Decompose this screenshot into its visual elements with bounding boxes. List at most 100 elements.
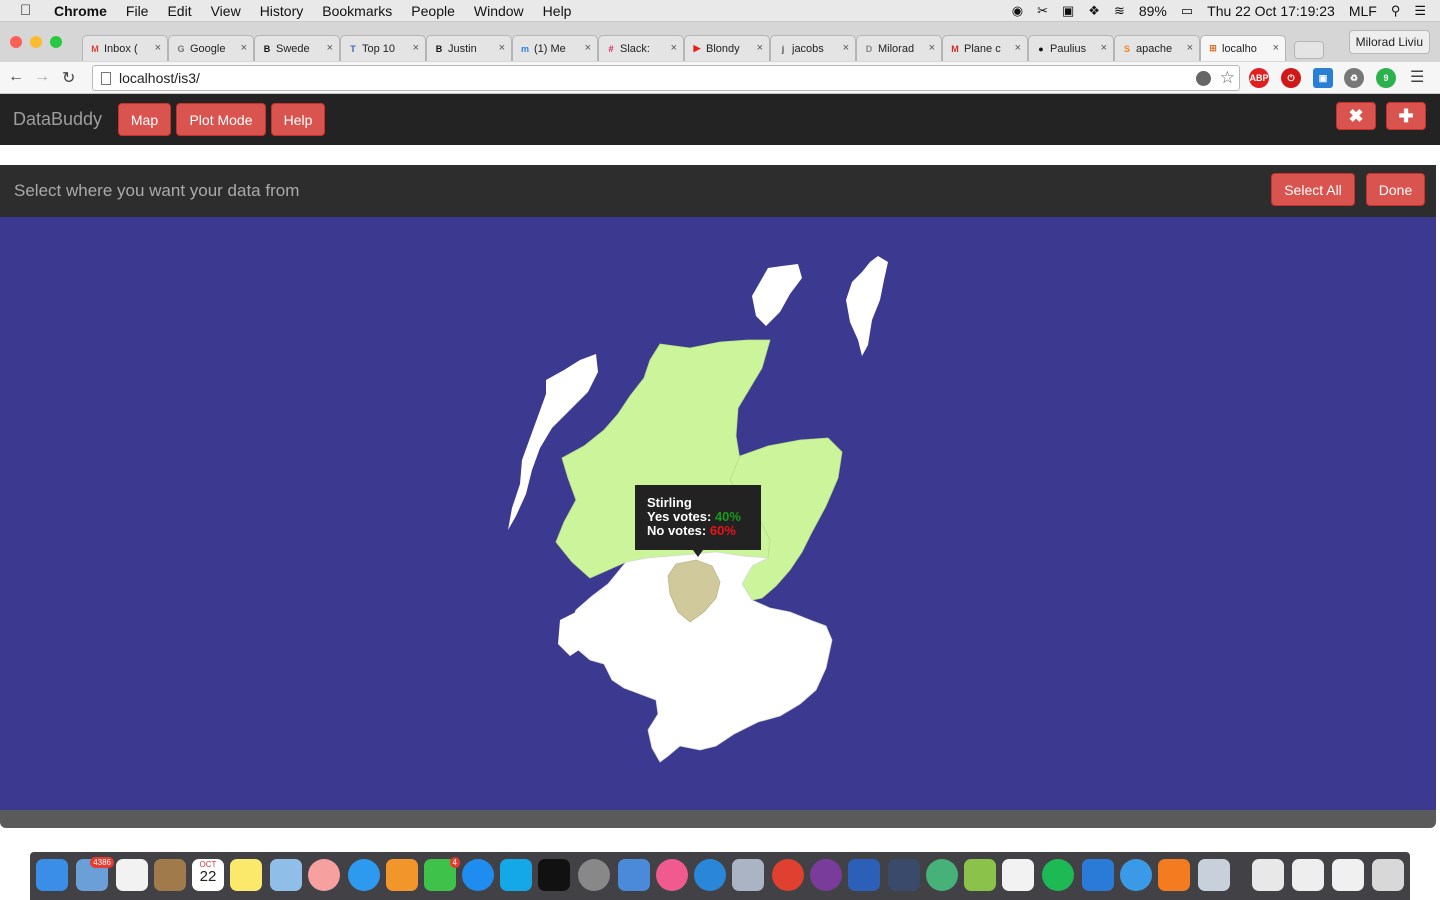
url-text[interactable]: localhost/is3/ [119, 70, 200, 86]
browser-tab[interactable]: ▶ Blondy × [684, 35, 770, 61]
close-tab-icon[interactable]: × [585, 42, 591, 54]
menu-history[interactable]: History [260, 3, 304, 19]
browser-tab[interactable]: G Google × [168, 35, 254, 61]
close-tab-icon[interactable]: × [327, 42, 333, 54]
ibooks-icon[interactable] [386, 859, 418, 891]
scotland-map[interactable]: Stirling Yes votes: 40% No votes: 60% [0, 217, 1436, 810]
menu-app-name[interactable]: Chrome [54, 3, 107, 19]
help-button[interactable]: Help [271, 103, 325, 136]
sublime-text-icon[interactable] [1158, 859, 1190, 891]
forward-arrow-icon[interactable]: → [34, 68, 50, 86]
adblock-icon[interactable]: ABP [1249, 68, 1269, 88]
close-window-icon[interactable] [10, 36, 22, 48]
atom-icon[interactable] [926, 859, 958, 891]
facetime-icon[interactable]: 4 [424, 857, 460, 891]
close-tab-icon[interactable]: × [1101, 42, 1107, 54]
downloads-stack-icon[interactable] [1252, 859, 1284, 891]
battery-icon[interactable]: ▭ [1181, 3, 1193, 19]
browser-tab[interactable]: ⊞ localho × [1200, 35, 1286, 61]
mail-app-icon[interactable]: 4386 [76, 857, 114, 891]
zoom-window-icon[interactable] [50, 36, 62, 48]
launchpad-icon[interactable] [1002, 859, 1034, 891]
safari-icon[interactable] [1120, 859, 1152, 891]
word-icon[interactable] [848, 859, 880, 891]
settings-app-icon[interactable] [1198, 859, 1230, 891]
preview-icon[interactable] [270, 859, 302, 891]
camera-extension-icon[interactable] [1196, 71, 1211, 86]
skype-icon[interactable] [500, 859, 532, 891]
close-tab-icon[interactable]: × [1273, 42, 1279, 54]
close-tab-icon[interactable]: × [499, 42, 505, 54]
clock[interactable]: Thu 22 Oct 17:19:23 [1207, 3, 1335, 19]
close-tab-icon[interactable]: × [413, 42, 419, 54]
power-extension-icon[interactable]: ⏻ [1281, 68, 1301, 88]
chrome-menu-icon[interactable]: ☰ [1410, 67, 1424, 87]
xquartz-icon[interactable] [888, 859, 920, 891]
browser-tab[interactable]: B Justin × [426, 35, 512, 61]
menu-file[interactable]: File [126, 3, 149, 19]
reload-icon[interactable]: ↻ [62, 68, 75, 88]
map-button[interactable]: Map [118, 103, 171, 136]
system-preferences-icon[interactable] [578, 859, 610, 891]
browser-tab[interactable]: M Plane c × [942, 35, 1028, 61]
close-tab-icon[interactable]: × [155, 42, 161, 54]
region-orkney[interactable] [752, 264, 802, 326]
dropbox-icon[interactable]: ❖ [1088, 3, 1100, 19]
contacts-icon[interactable] [154, 859, 186, 891]
network-icon[interactable] [732, 859, 764, 891]
photos-icon[interactable] [308, 859, 340, 891]
chrome-icon[interactable] [772, 859, 804, 891]
done-button[interactable]: Done [1366, 173, 1425, 206]
finder-icon[interactable] [36, 859, 68, 891]
profile-button[interactable]: Milorad Liviu [1348, 30, 1430, 54]
messages-icon[interactable] [348, 859, 380, 891]
browser-tab[interactable]: M Inbox (× [82, 35, 168, 61]
itunes-icon[interactable] [656, 859, 688, 891]
browser-tab[interactable]: D Milorad × [856, 35, 942, 61]
menu-window[interactable]: Window [474, 3, 524, 19]
1password-icon[interactable] [694, 859, 726, 891]
close-tab-icon[interactable]: × [241, 42, 247, 54]
add-button[interactable]: ✚ [1386, 102, 1426, 130]
app-store-icon[interactable] [462, 859, 494, 891]
android-studio-icon[interactable] [964, 859, 996, 891]
select-all-button[interactable]: Select All [1271, 173, 1355, 206]
spotify-icon[interactable] [1042, 859, 1074, 891]
sync-icon[interactable]: ▣ [1062, 3, 1074, 19]
desktop-stack-icon[interactable] [1332, 859, 1364, 891]
close-tab-icon[interactable]: × [671, 42, 677, 54]
alien-icon[interactable]: ◉ [1012, 3, 1023, 19]
minimize-window-icon[interactable] [30, 36, 42, 48]
input-source[interactable]: MLF [1349, 3, 1377, 19]
calendar-icon[interactable]: OCT 22 [192, 859, 224, 891]
scissors-icon[interactable]: ✂ [1037, 3, 1048, 19]
browser-tab[interactable]: Sapache × [1114, 35, 1200, 61]
browser-tab[interactable]: B Swede × [254, 35, 340, 61]
close-button[interactable]: ✖ [1336, 102, 1376, 130]
menu-view[interactable]: View [211, 3, 241, 19]
trash-icon[interactable] [1372, 859, 1404, 891]
wifi-icon[interactable]: ≋ [1114, 3, 1125, 19]
back-arrow-icon[interactable]: ← [8, 68, 24, 86]
menu-help[interactable]: Help [543, 3, 572, 19]
xcode-icon[interactable] [618, 859, 650, 891]
plot-mode-button[interactable]: Plot Mode [176, 103, 266, 136]
spotlight-icon[interactable]: ⚲ [1391, 3, 1401, 19]
browser-tab[interactable]: m (1) Me × [512, 35, 598, 61]
close-tab-icon[interactable]: × [929, 42, 935, 54]
region-shetland[interactable] [846, 256, 888, 356]
address-bar[interactable]: localhost/is3/ ☆ [92, 65, 1240, 91]
browser-tab[interactable]: T Top 10 × [340, 35, 426, 61]
menu-bookmarks[interactable]: Bookmarks [322, 3, 392, 19]
browser-tab[interactable]: ● Paulius × [1028, 35, 1114, 61]
evernote-extension-icon[interactable]: 9 [1376, 68, 1396, 88]
browser-tab[interactable]: # Slack: × [598, 35, 684, 61]
menu-people[interactable]: People [411, 3, 455, 19]
close-tab-icon[interactable]: × [1187, 42, 1193, 54]
teamviewer-icon[interactable] [1082, 859, 1114, 891]
browser-tab[interactable]: j jacobs × [770, 35, 856, 61]
bookmark-star-icon[interactable]: ☆ [1220, 68, 1235, 88]
recycle-extension-icon[interactable]: ♻ [1344, 68, 1364, 88]
new-tab-button[interactable] [1294, 41, 1324, 59]
reminders-icon[interactable] [116, 859, 148, 891]
